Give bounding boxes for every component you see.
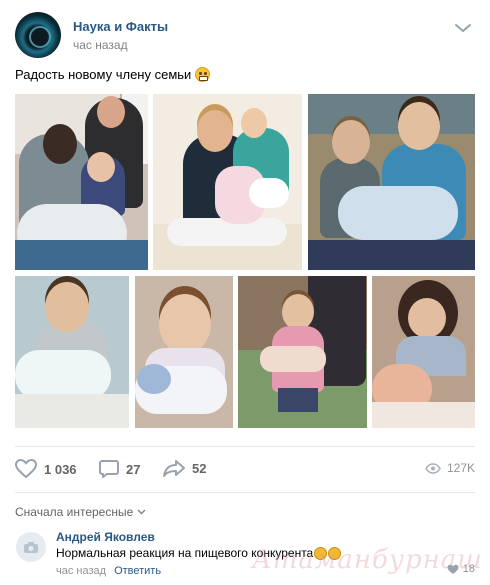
comment-like-button[interactable]: 18 <box>447 563 475 575</box>
community-avatar[interactable] <box>15 12 61 58</box>
views-counter: 127K <box>425 461 475 475</box>
photo-4-boy-head <box>45 282 89 332</box>
photo-2-mother-head <box>197 110 233 152</box>
post-actions: 1 036 27 52 127K <box>15 452 475 486</box>
share-button[interactable]: 52 <box>163 459 206 477</box>
photo-1-blanket <box>15 240 148 270</box>
photo-2-mother-daughters[interactable] <box>153 94 302 270</box>
photo-4-bed <box>15 394 129 428</box>
heart-icon <box>447 564 459 574</box>
photo-2-big-sister-head <box>241 108 267 138</box>
photo-3-baby <box>338 186 458 240</box>
photo-6-girl-head <box>282 294 314 330</box>
photo-5-girl-baby[interactable] <box>135 276 233 428</box>
commenter-avatar[interactable] <box>16 532 46 562</box>
actions-divider-bottom <box>15 492 475 493</box>
chevron-down-icon[interactable] <box>454 22 472 34</box>
photo-2-baby <box>249 178 289 208</box>
photo-3-legs <box>308 240 475 270</box>
chevron-down-icon <box>137 509 146 515</box>
photo-6-baby <box>260 346 326 372</box>
views-count: 127K <box>446 461 475 475</box>
photo-4-baby <box>15 350 111 400</box>
photo-1-girl-head <box>87 152 115 182</box>
photo-4-boy-baby[interactable] <box>15 276 129 428</box>
comments-sort-dropdown[interactable]: Сначала интересные <box>15 505 146 519</box>
share-count: 52 <box>192 460 207 476</box>
photo-3-small-boy-head <box>332 120 370 164</box>
share-icon <box>163 460 185 477</box>
post-text-content: Радость новому члену семьи <box>15 67 192 82</box>
like-count: 1 036 <box>44 461 77 477</box>
camera-icon <box>24 541 38 553</box>
photo-3-big-boy-head <box>398 102 440 150</box>
post-header: Наука и Факты час назад <box>15 12 475 60</box>
post-author[interactable]: Наука и Факты <box>73 19 168 34</box>
photo-5-baby-hat <box>137 364 171 394</box>
photo-7-blanket <box>372 402 475 428</box>
comment-author[interactable]: Андрей Яковлев <box>56 530 155 544</box>
like-button[interactable]: 1 036 <box>15 459 77 479</box>
comment-time[interactable]: час назад <box>56 565 106 577</box>
photo-1-family-couch[interactable] <box>15 94 148 270</box>
post-time[interactable]: час назад <box>73 38 128 52</box>
comment-count: 27 <box>126 461 141 477</box>
photo-3-brothers-baby[interactable] <box>308 94 475 270</box>
photo-6-shorts <box>278 388 318 412</box>
comment-like-count: 18 <box>462 563 475 575</box>
comment-icon <box>99 460 119 478</box>
photo-1-father-head <box>97 96 125 128</box>
actions-divider-top <box>15 446 475 447</box>
eye-icon <box>425 462 441 474</box>
comment-meta: час назад Ответить <box>56 565 161 577</box>
comment-button[interactable]: 27 <box>99 459 140 479</box>
comments-sort-label: Сначала интересные <box>15 505 134 519</box>
heart-icon <box>15 459 37 479</box>
photo-7-girl-face <box>408 298 446 338</box>
post-text: Радость новому члену семьи <box>15 67 211 82</box>
photo-5-girl-head <box>159 294 211 354</box>
photo-7-vintage-kids[interactable] <box>372 276 475 428</box>
reply-button[interactable]: Ответить <box>114 565 161 577</box>
grinning-face-icon <box>195 67 211 82</box>
photo-6-girl-outdoor[interactable] <box>238 276 367 428</box>
photo-1-mother-head <box>43 124 77 164</box>
